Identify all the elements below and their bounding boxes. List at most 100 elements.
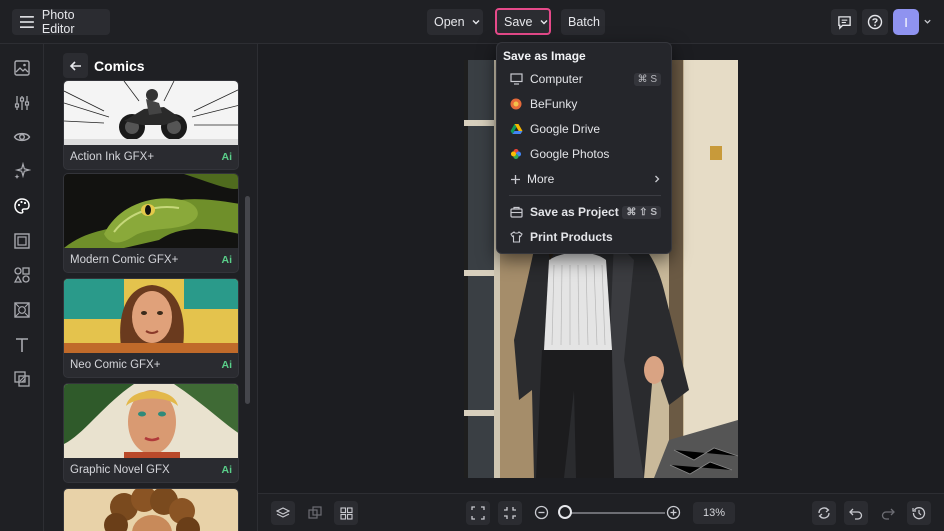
image-icon[interactable] <box>13 59 31 77</box>
history-icon <box>912 507 926 520</box>
zoom-in-icon[interactable] <box>666 505 681 520</box>
effect-card[interactable]: Neo Comic GFX+ Ai <box>63 278 239 378</box>
save-as-project[interactable]: Save as Project ⌘ ⇧ S <box>497 200 673 224</box>
undo-icon <box>849 508 863 520</box>
collapse-icon <box>504 507 516 519</box>
effect-name: Graphic Novel GFX <box>70 464 170 476</box>
panel-scrollbar[interactable] <box>245 196 250 404</box>
plus-icon <box>510 174 520 184</box>
overlay-icon[interactable] <box>13 370 31 388</box>
effect-thumbnail <box>64 489 238 531</box>
menu-item-label: Google Drive <box>530 122 601 136</box>
zoom-slider-track[interactable] <box>565 512 665 514</box>
tool-rail <box>0 44 44 531</box>
menu-button[interactable]: Photo Editor <box>12 8 110 36</box>
chevron-right-icon <box>655 175 660 183</box>
save-to-google-drive[interactable]: Google Drive <box>497 117 673 141</box>
save-button[interactable]: Save <box>495 8 551 35</box>
effect-card-footer: Modern Comic GFX+ Ai <box>64 248 238 272</box>
project-icon <box>509 206 523 218</box>
graphics-icon[interactable] <box>13 266 31 284</box>
google-drive-icon <box>510 124 522 134</box>
texture-icon[interactable] <box>13 301 31 319</box>
effect-card[interactable]: Graphic Novel GFX Ai <box>63 383 239 483</box>
batch-label: Batch <box>568 15 600 29</box>
eye-icon[interactable] <box>13 128 31 146</box>
app-title: Photo Editor <box>41 8 75 36</box>
keyboard-shortcut: ⌘ S <box>633 72 661 86</box>
batch-button[interactable]: Batch <box>561 9 605 35</box>
comment-icon <box>837 15 851 30</box>
befunky-icon <box>510 98 522 110</box>
effects-panel: Comics Action Ink GFX+ Ai Modern Comic G… <box>44 44 258 531</box>
keyboard-shortcut: ⌘ ⇧ S <box>622 205 661 219</box>
grid-button[interactable] <box>334 501 358 525</box>
effect-card[interactable]: Modern Comic GFX+ Ai <box>63 173 239 273</box>
text-icon[interactable] <box>13 336 31 354</box>
save-dropdown-menu: Save as Image Computer ⌘ S BeFunky Googl… <box>496 42 672 254</box>
monitor-icon <box>509 73 523 85</box>
chevron-down-icon <box>472 20 480 25</box>
effect-thumbnail <box>64 384 238 458</box>
save-to-google-photos[interactable]: Google Photos <box>497 142 673 166</box>
layers-button[interactable] <box>271 501 295 525</box>
menu-item-label: Print Products <box>530 230 613 244</box>
arrow-left-icon <box>69 60 81 71</box>
history-button[interactable] <box>907 501 931 525</box>
frame-icon[interactable] <box>13 232 31 250</box>
menu-item-label: More <box>527 172 555 186</box>
palette-icon[interactable] <box>13 197 31 215</box>
effect-name: Neo Comic GFX+ <box>70 359 161 371</box>
ai-badge: Ai <box>221 254 233 266</box>
help-button[interactable] <box>862 9 888 35</box>
zoom-slider-handle[interactable] <box>558 505 572 519</box>
top-bar: Photo Editor Open Save Batch I <box>0 0 944 44</box>
user-avatar[interactable]: I <box>893 9 919 35</box>
save-to-befunky[interactable]: BeFunky <box>497 92 673 116</box>
menu-item-label: Computer <box>530 72 583 86</box>
save-label: Save <box>504 14 533 29</box>
open-button[interactable]: Open <box>427 9 483 35</box>
undo-button[interactable] <box>844 501 868 525</box>
hamburger-icon <box>20 16 34 28</box>
open-label: Open <box>434 15 465 29</box>
effect-card[interactable] <box>63 488 239 531</box>
comments-button[interactable] <box>831 9 857 35</box>
menu-divider <box>509 195 661 196</box>
effect-name: Modern Comic GFX+ <box>70 254 179 266</box>
bottom-bar: 13% <box>258 493 944 531</box>
shirt-icon <box>509 231 523 243</box>
effect-thumbnail <box>64 279 238 353</box>
menu-item-label: BeFunky <box>530 97 578 111</box>
redo-icon <box>881 508 895 520</box>
refresh-icon <box>818 507 830 519</box>
adjust-sliders-icon[interactable] <box>13 94 31 112</box>
save-to-computer[interactable]: Computer ⌘ S <box>497 67 673 91</box>
redo-button[interactable] <box>876 501 900 525</box>
reset-button[interactable] <box>812 501 836 525</box>
effect-thumbnail <box>64 174 238 248</box>
ai-badge: Ai <box>221 464 233 476</box>
effect-card-footer: Graphic Novel GFX Ai <box>64 458 238 482</box>
effect-name: Action Ink GFX+ <box>70 151 155 163</box>
save-menu-header: Save as Image <box>503 49 586 63</box>
save-more[interactable]: More <box>497 167 673 191</box>
actual-size-button[interactable] <box>498 501 522 525</box>
sparkle-icon[interactable] <box>13 162 31 180</box>
compare-button[interactable] <box>303 501 327 525</box>
zoom-level[interactable]: 13% <box>693 502 735 524</box>
panel-title: Comics <box>94 58 145 74</box>
back-button[interactable] <box>63 53 88 78</box>
effect-thumbnail <box>64 81 238 145</box>
expand-icon <box>471 506 485 520</box>
menu-item-label: Google Photos <box>530 147 610 161</box>
effect-card-footer: Neo Comic GFX+ Ai <box>64 353 238 377</box>
google-photos-icon <box>511 149 521 159</box>
fit-screen-button[interactable] <box>466 501 490 525</box>
zoom-out-icon[interactable] <box>534 505 549 520</box>
chevron-down-icon[interactable] <box>923 17 932 26</box>
print-products[interactable]: Print Products <box>497 225 673 249</box>
ai-badge: Ai <box>221 359 233 371</box>
effect-card[interactable]: Action Ink GFX+ Ai <box>63 80 239 170</box>
compare-icon <box>308 506 322 519</box>
